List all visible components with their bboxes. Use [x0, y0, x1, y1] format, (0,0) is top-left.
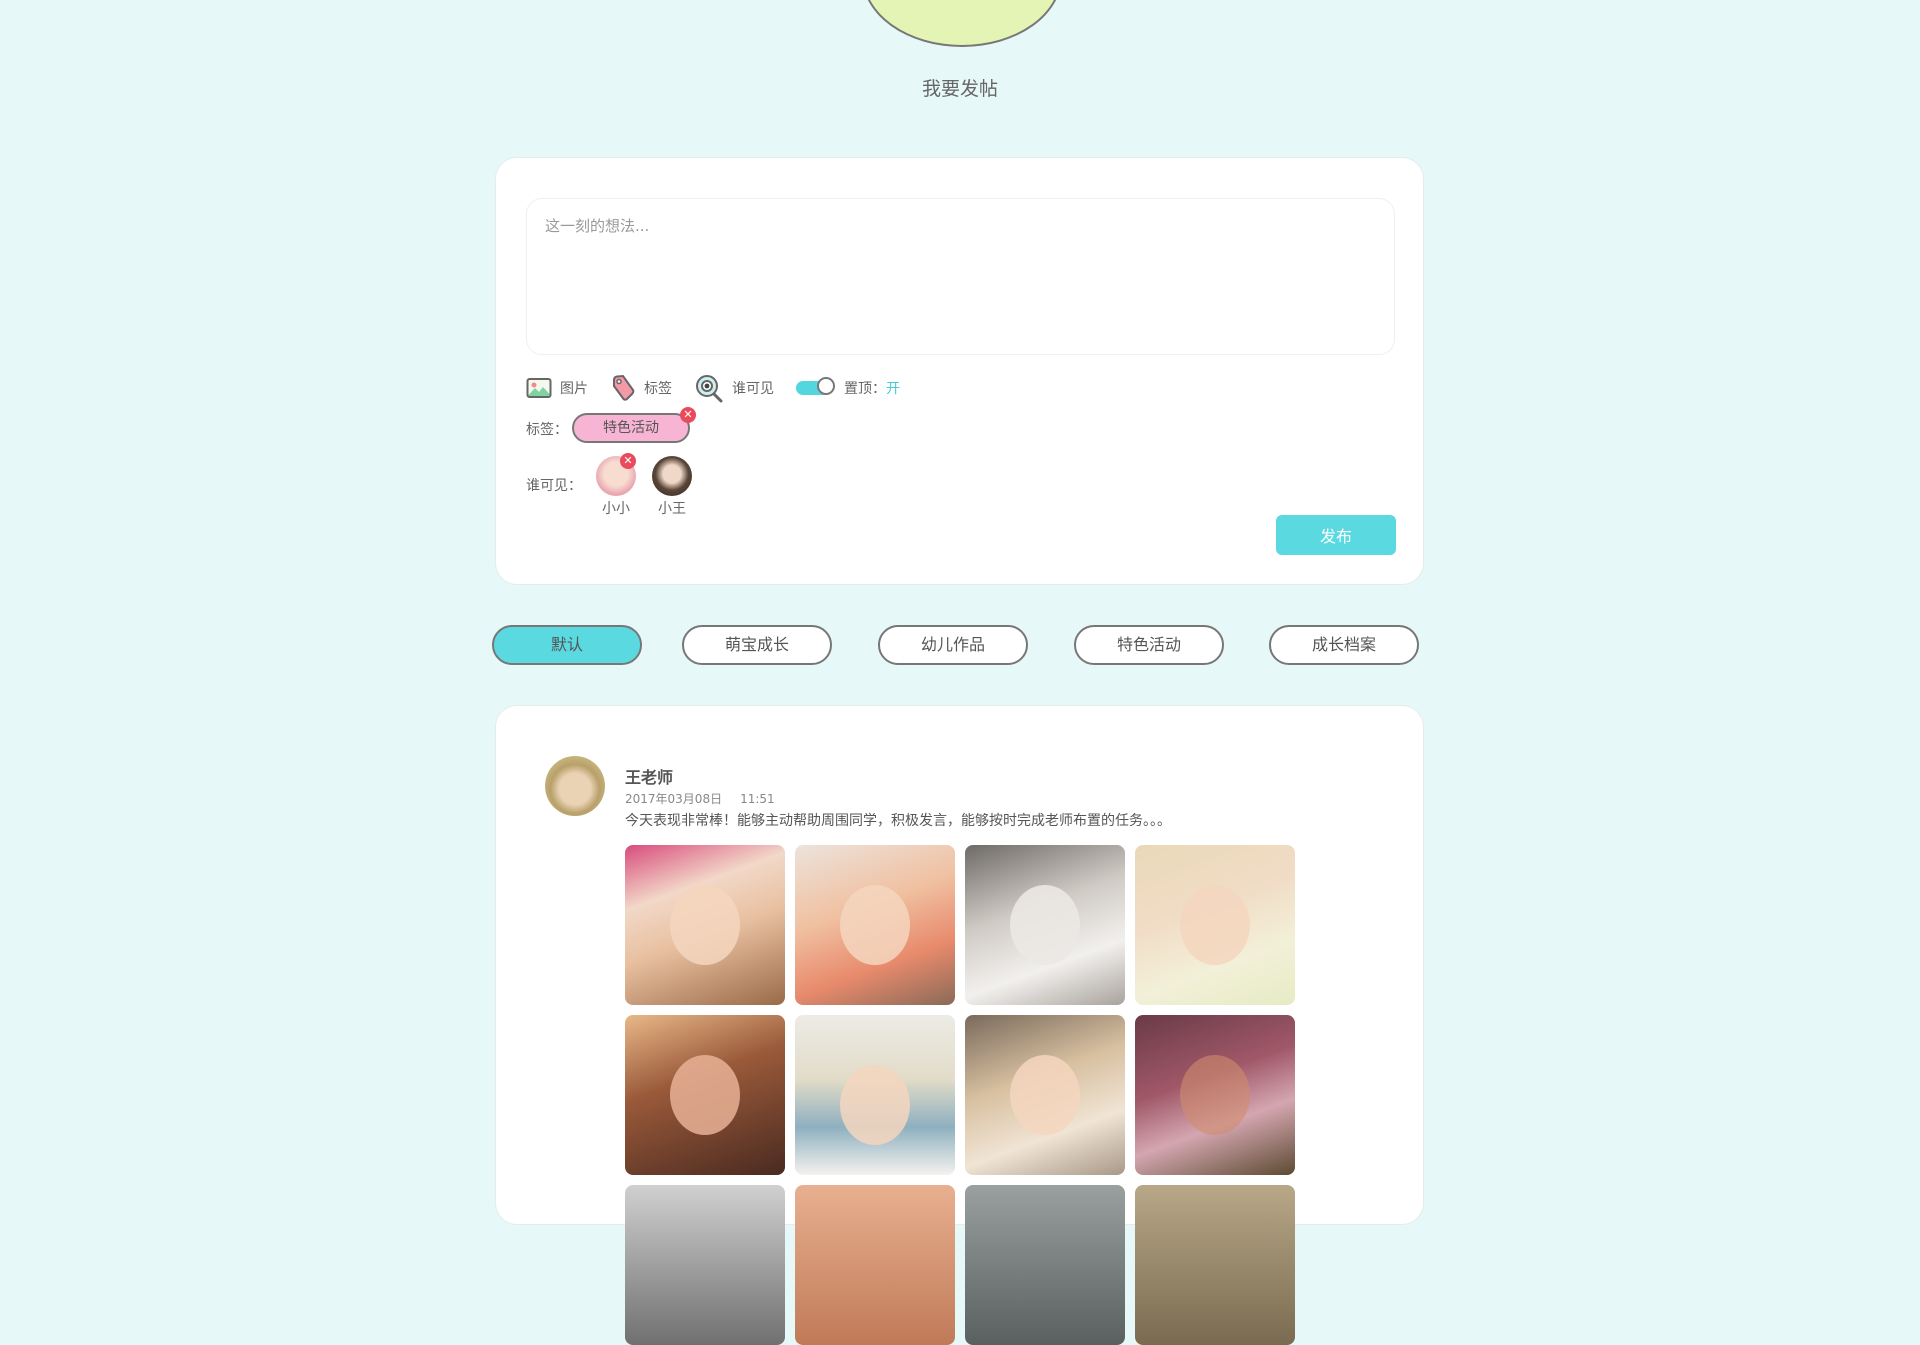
visible-user: 小王	[646, 456, 698, 518]
post-card: 王老师 2017年03月08日 11:51 今天表现非常棒！能够主动帮助周围同学，…	[495, 705, 1424, 1345]
avatar	[652, 456, 692, 496]
photo-thumbnail[interactable]	[625, 845, 785, 1005]
post-text: 今天表现非常棒！能够主动帮助周围同学，积极发言，能够按时完成老师布置的任务。。。	[625, 813, 1171, 829]
image-label: 图片	[560, 381, 588, 397]
post-time: 11:51	[740, 792, 775, 806]
photo-thumbnail[interactable]	[965, 845, 1125, 1005]
photo-thumbnail[interactable]	[1135, 845, 1295, 1005]
visibility-label: 谁可见	[732, 381, 774, 397]
eye-icon	[696, 375, 723, 403]
pin-state: 开	[886, 381, 900, 397]
add-tag-button[interactable]: 标签	[610, 374, 672, 402]
author-name: 王老师	[625, 768, 674, 787]
post-date: 2017年03月08日	[625, 792, 723, 806]
photo-subject	[1010, 1055, 1080, 1135]
photo-thumbnail[interactable]	[625, 1015, 785, 1175]
add-image-button[interactable]: 图片	[526, 377, 588, 399]
photo-thumbnail[interactable]	[965, 1015, 1125, 1175]
photo-subject	[1180, 885, 1250, 965]
tags-row-label: 标签：	[526, 422, 568, 438]
publish-button[interactable]: 发布	[1276, 515, 1396, 555]
visible-user-name: 小王	[658, 501, 686, 517]
photo-thumbnail[interactable]	[625, 1185, 785, 1345]
filter-tab-growth-archive[interactable]: 成长档案	[1269, 625, 1419, 665]
photo-thumbnail[interactable]	[795, 845, 955, 1005]
toggle-switch[interactable]	[796, 377, 835, 395]
photo-subject	[840, 885, 910, 965]
photo-thumbnail[interactable]	[965, 1185, 1125, 1345]
photo-thumbnail[interactable]	[1135, 1185, 1295, 1345]
toggle-knob	[817, 377, 835, 395]
photo-subject	[840, 1065, 910, 1145]
post-timestamp: 2017年03月08日 11:51	[625, 790, 775, 807]
filter-tab-kids-works[interactable]: 幼儿作品	[878, 625, 1028, 665]
remove-user-icon[interactable]: ✕	[620, 453, 636, 469]
remove-tag-icon[interactable]: ✕	[680, 407, 696, 423]
pin-toggle[interactable]: 置顶：开	[796, 377, 900, 398]
author-avatar[interactable]	[545, 756, 605, 816]
photo-subject	[670, 885, 740, 965]
filter-tab-baby-growth[interactable]: 萌宝成长	[682, 625, 832, 665]
photo-thumbnail[interactable]	[1135, 1015, 1295, 1175]
post-composer-card: 图片 标签 谁可见 置顶：开 标签： 特色活动 ✕	[495, 157, 1424, 585]
filter-tab-default[interactable]: 默认	[492, 625, 642, 665]
tag-label: 标签	[644, 381, 672, 397]
photo-thumbnail[interactable]	[795, 1185, 955, 1345]
visible-row-label: 谁可见：	[526, 478, 582, 494]
page-title: 我要发帖	[921, 78, 998, 100]
visible-user: ✕ 小小	[590, 453, 642, 518]
visible-user-name: 小小	[602, 501, 630, 517]
header-decoration-circle	[862, 0, 1062, 47]
tag-chip-label: 特色活动	[603, 420, 659, 436]
photo-subject	[670, 1055, 740, 1135]
photo-thumbnail[interactable]	[795, 1015, 955, 1175]
filter-tab-special-activity[interactable]: 特色活动	[1074, 625, 1224, 665]
photo-subject	[1180, 1055, 1250, 1135]
photo-subject	[1010, 885, 1080, 965]
image-icon	[526, 378, 552, 398]
tag-chip[interactable]: 特色活动 ✕	[572, 407, 696, 443]
composer-toolbar: 图片 标签 谁可见 置顶：开	[526, 368, 922, 408]
thought-input[interactable]	[526, 198, 1395, 355]
tag-icon	[613, 374, 635, 401]
visibility-button[interactable]: 谁可见	[694, 373, 774, 403]
pin-label: 置顶：	[844, 381, 886, 397]
